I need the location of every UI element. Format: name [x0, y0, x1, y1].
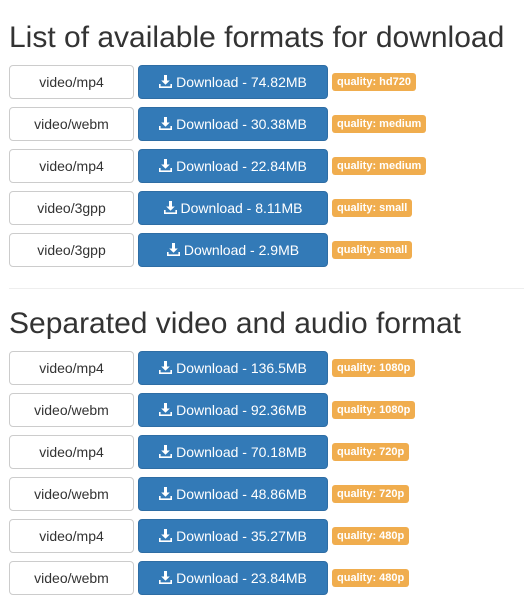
download-button-label: Download - 35.27MB: [176, 528, 307, 544]
section-divider: [9, 288, 524, 289]
download-button[interactable]: Download - 74.82MB: [138, 65, 328, 99]
quality-badge: quality: 720p: [332, 485, 410, 503]
quality-badge: quality: hd720: [332, 73, 416, 91]
download-button[interactable]: Download - 2.9MB: [138, 233, 328, 267]
download-icon: [159, 403, 173, 416]
download-button-label: Download - 8.11MB: [180, 200, 303, 216]
quality-badge: quality: small: [332, 241, 413, 259]
download-button-label: Download - 136.5MB: [176, 360, 307, 376]
section-title-formats: List of available formats for download: [9, 21, 505, 54]
download-icon: [166, 243, 180, 256]
download-icon: [159, 571, 173, 584]
download-icon: [159, 159, 173, 172]
quality-badge: quality: small: [332, 199, 413, 217]
format-label: video/mp4: [9, 149, 134, 183]
format-label: video/3gpp: [9, 191, 134, 225]
download-button-label: Download - 30.38MB: [176, 116, 307, 132]
download-button[interactable]: Download - 92.36MB: [138, 393, 328, 427]
download-button-label: Download - 22.84MB: [176, 158, 307, 174]
format-label: video/3gpp: [9, 233, 134, 267]
format-label: video/mp4: [9, 351, 134, 385]
quality-badge: quality: 1080p: [332, 401, 416, 419]
quality-badge: quality: medium: [332, 115, 427, 133]
format-label: video/mp4: [9, 65, 134, 99]
quality-badge: quality: 480p: [332, 569, 410, 587]
download-button[interactable]: Download - 23.84MB: [138, 561, 328, 595]
download-icon: [159, 117, 173, 130]
format-label: video/webm: [9, 393, 134, 427]
quality-badge: quality: 1080p: [332, 359, 416, 377]
download-button-label: Download - 92.36MB: [176, 402, 307, 418]
format-label: video/mp4: [9, 435, 134, 469]
format-label: video/webm: [9, 561, 134, 595]
quality-badge: quality: 720p: [332, 443, 410, 461]
download-icon: [159, 361, 173, 374]
download-icon: [159, 487, 173, 500]
format-label: video/mp4: [9, 519, 134, 553]
download-button[interactable]: Download - 35.27MB: [138, 519, 328, 553]
download-icon: [159, 75, 173, 88]
download-button-label: Download - 2.9MB: [183, 242, 300, 258]
download-icon: [163, 201, 177, 214]
download-button-label: Download - 48.86MB: [176, 486, 307, 502]
download-button-label: Download - 74.82MB: [176, 74, 307, 90]
download-button[interactable]: Download - 8.11MB: [138, 191, 328, 225]
download-button-label: Download - 23.84MB: [176, 570, 307, 586]
format-label: video/webm: [9, 477, 134, 511]
download-button[interactable]: Download - 70.18MB: [138, 435, 328, 469]
quality-badge: quality: 480p: [332, 527, 410, 545]
download-button[interactable]: Download - 22.84MB: [138, 149, 328, 183]
download-button[interactable]: Download - 136.5MB: [138, 351, 328, 385]
download-icon: [159, 529, 173, 542]
section-title-separated: Separated video and audio format: [9, 307, 461, 340]
format-label: video/webm: [9, 107, 134, 141]
download-button[interactable]: Download - 30.38MB: [138, 107, 328, 141]
download-button-label: Download - 70.18MB: [176, 444, 307, 460]
download-button[interactable]: Download - 48.86MB: [138, 477, 328, 511]
quality-badge: quality: medium: [332, 157, 427, 175]
download-icon: [159, 445, 173, 458]
